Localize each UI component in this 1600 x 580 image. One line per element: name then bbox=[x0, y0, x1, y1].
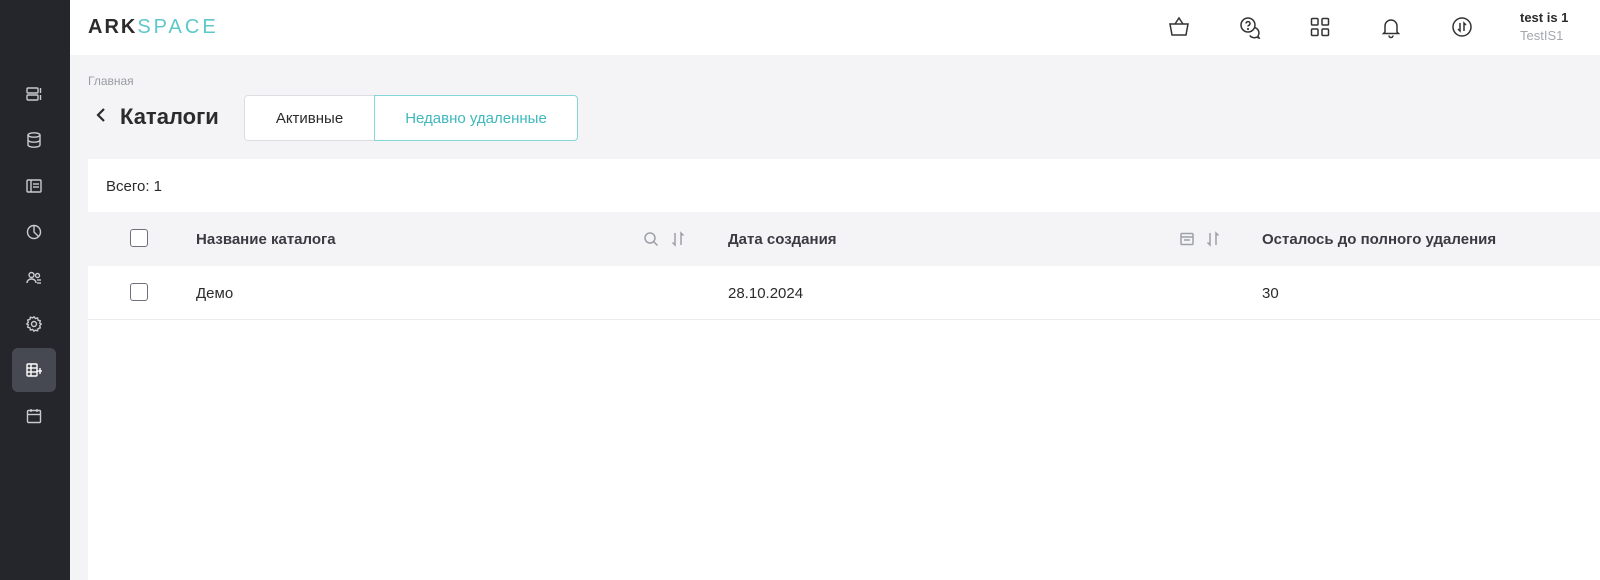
gear-icon bbox=[25, 315, 43, 333]
sidebar-item-catalogs[interactable] bbox=[12, 348, 56, 392]
row-checkbox[interactable] bbox=[130, 283, 148, 301]
sidebar-item-servers[interactable] bbox=[12, 72, 56, 116]
sidebar-item-layout[interactable] bbox=[12, 164, 56, 208]
sidebar-item-users[interactable] bbox=[12, 256, 56, 300]
column-header-remaining[interactable]: Осталось до полного удаления bbox=[1262, 231, 1496, 248]
cell-days-remaining: 30 bbox=[1262, 285, 1279, 302]
column-date-filter-button[interactable] bbox=[1178, 230, 1196, 248]
cell-catalog-name: Демо bbox=[196, 285, 234, 302]
help-chat-icon bbox=[1240, 17, 1261, 39]
catalog-table-panel: Всего: 1 Название каталога Дата создания… bbox=[88, 159, 1600, 580]
column-sort-name-button[interactable] bbox=[669, 230, 687, 248]
cart-button[interactable] bbox=[1165, 13, 1193, 41]
select-all-checkbox[interactable] bbox=[130, 229, 148, 247]
logo-part-space: SPACE bbox=[137, 16, 219, 38]
sidebar-item-settings[interactable] bbox=[12, 302, 56, 346]
sync-icon bbox=[1452, 17, 1472, 37]
table-row[interactable]: Демо 28.10.2024 30 bbox=[88, 266, 1600, 320]
sidebar-item-database[interactable] bbox=[12, 118, 56, 162]
search-icon bbox=[644, 232, 659, 247]
apps-button[interactable] bbox=[1306, 13, 1334, 41]
users-icon bbox=[26, 271, 41, 284]
tab-active[interactable]: Активные bbox=[244, 95, 375, 141]
notifications-button[interactable] bbox=[1377, 13, 1405, 41]
sort-icon bbox=[671, 231, 685, 247]
server-icon bbox=[26, 87, 42, 101]
pie-chart-icon bbox=[26, 224, 42, 240]
column-search-button[interactable] bbox=[642, 230, 660, 248]
catalog-tabs: Активные Недавно удаленные bbox=[244, 95, 578, 141]
column-sort-created-button[interactable] bbox=[1204, 230, 1222, 248]
calendar-icon bbox=[26, 409, 42, 424]
chevron-left-icon bbox=[96, 108, 105, 122]
back-button[interactable] bbox=[90, 104, 112, 126]
sort-icon bbox=[1206, 231, 1220, 247]
bell-icon bbox=[1381, 19, 1401, 39]
column-header-name[interactable]: Название каталога bbox=[196, 231, 336, 248]
layout-icon bbox=[26, 179, 42, 193]
basket-icon bbox=[1169, 16, 1189, 36]
sync-button[interactable] bbox=[1448, 13, 1476, 41]
sidebar-item-analytics[interactable] bbox=[12, 210, 56, 254]
tab-recently-deleted[interactable]: Недавно удаленные bbox=[374, 95, 578, 141]
database-icon bbox=[27, 132, 41, 148]
user-organization: TestIS1 bbox=[1520, 28, 1564, 43]
page-title: Каталоги bbox=[120, 104, 219, 129]
user-menu[interactable]: test is 1 TestIS1 bbox=[1520, 10, 1600, 43]
user-name: test is 1 bbox=[1520, 10, 1569, 25]
sidebar bbox=[0, 0, 70, 580]
sidebar-item-calendar[interactable] bbox=[12, 394, 56, 438]
table-header: Название каталога Дата создания Осталось… bbox=[88, 212, 1600, 266]
logo-part-ark: ARK bbox=[88, 16, 138, 38]
top-header: ARKSPACE test is 1 TestIS1 bbox=[70, 0, 1600, 55]
breadcrumb[interactable]: Главная bbox=[88, 74, 134, 88]
catalog-icon bbox=[26, 363, 42, 377]
apps-grid-icon bbox=[1310, 17, 1330, 37]
help-button[interactable] bbox=[1236, 13, 1264, 41]
cell-created-date: 28.10.2024 bbox=[728, 285, 804, 302]
app-logo[interactable]: ARKSPACE bbox=[88, 16, 219, 39]
total-count: Всего: 1 bbox=[106, 178, 163, 195]
column-header-created[interactable]: Дата создания bbox=[728, 231, 837, 248]
calendar-filter-icon bbox=[1180, 232, 1194, 246]
